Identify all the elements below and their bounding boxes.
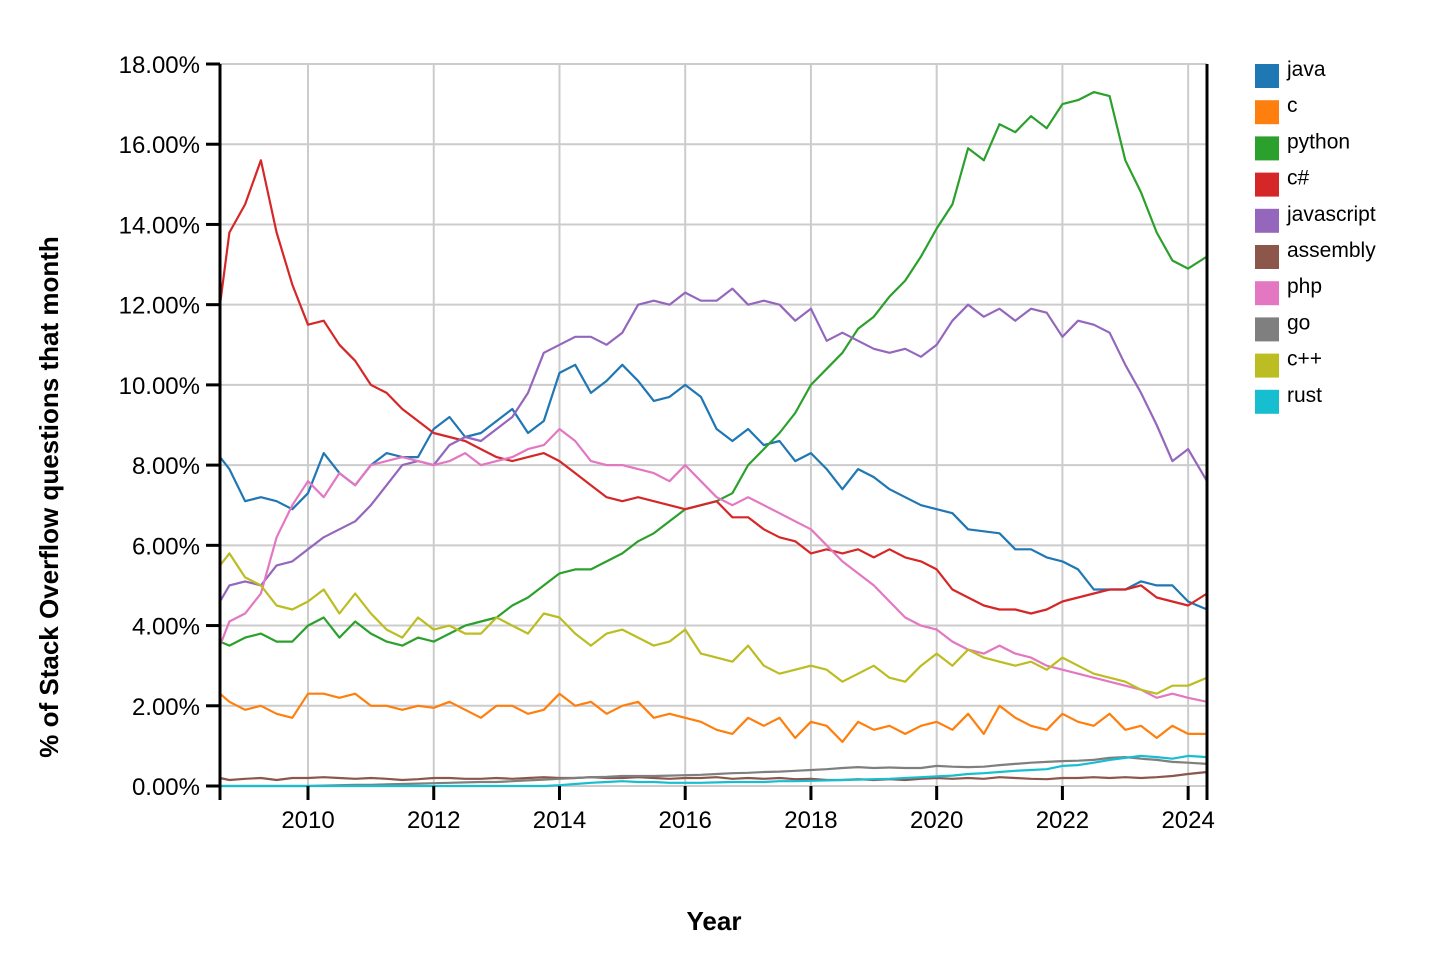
x-tick-label: 2012 (407, 807, 460, 834)
legend-swatch (1255, 317, 1279, 342)
y-tick-label: 8.00% (132, 453, 200, 480)
x-tick-label: 2022 (1036, 807, 1089, 834)
legend-item: rust (1255, 384, 1322, 414)
series-line-java (219, 363, 1208, 611)
legend-swatch (1255, 172, 1279, 197)
legend-label: assembly (1287, 239, 1376, 262)
legend-item: c (1255, 94, 1298, 125)
legend-label: php (1287, 275, 1322, 298)
legend-item: php (1255, 275, 1322, 306)
legend-item: assembly (1255, 239, 1376, 269)
legend-label: c# (1287, 167, 1310, 190)
legend-label: c++ (1287, 348, 1322, 371)
legend-item: go (1255, 311, 1310, 342)
legend-label: python (1287, 130, 1350, 153)
y-tick-label: 6.00% (132, 533, 200, 560)
y-tick-label: 0.00% (132, 774, 200, 801)
legend-label: rust (1287, 384, 1322, 407)
series-lines (218, 90, 1208, 788)
legend-swatch (1255, 281, 1279, 306)
x-tick-label: 2010 (281, 807, 334, 834)
y-tick-label: 18.00% (119, 52, 200, 79)
x-axis-ticks: 2010 2012 2014 2016 2018 2020 2022 2024 (218, 786, 1215, 834)
series-line-python (219, 90, 1208, 647)
series-line-cpp (219, 552, 1208, 695)
legend-swatch (1255, 353, 1279, 378)
legend-swatch (1255, 208, 1279, 233)
legend-item: c++ (1255, 348, 1322, 378)
series-line-c (219, 692, 1207, 744)
y-tick-label: 16.00% (119, 132, 200, 159)
line-chart: 0.00% 2.00% 4.00% 6.00% 8.00% 10.00% 12.00% 14.… (34, 52, 1376, 936)
y-tick-label: 2.00% (132, 694, 200, 721)
x-axis-title: Year (687, 906, 742, 936)
legend-swatch (1255, 389, 1279, 414)
series-line-javascript (219, 287, 1208, 603)
legend: java c python c# javascript assembly php go c++ r… (1255, 58, 1376, 414)
legend-item: python (1255, 130, 1350, 161)
legend-item: javascript (1255, 203, 1376, 233)
y-tick-label: 14.00% (119, 212, 200, 239)
legend-label: javascript (1286, 203, 1376, 226)
y-axis-ticks: 0.00% 2.00% 4.00% 6.00% 8.00% 10.00% 12.00% 14.… (119, 52, 220, 801)
x-tick-label: 2016 (659, 807, 712, 834)
x-tick-label: 2020 (910, 807, 963, 834)
legend-swatch (1255, 245, 1279, 269)
y-tick-label: 4.00% (132, 614, 200, 641)
y-tick-label: 12.00% (119, 293, 200, 320)
legend-item: java (1255, 58, 1326, 88)
x-tick-label: 2014 (533, 807, 586, 834)
x-tick-label: 2024 (1161, 807, 1214, 834)
legend-label: c (1287, 94, 1298, 117)
legend-swatch (1255, 136, 1279, 161)
legend-swatch (1255, 100, 1279, 125)
y-tick-label: 10.00% (119, 373, 200, 400)
legend-label: go (1287, 311, 1310, 334)
legend-item: c# (1255, 167, 1310, 197)
legend-label: java (1286, 58, 1326, 81)
y-axis-title: % of Stack Overflow questions that month (34, 236, 64, 758)
x-tick-label: 2018 (784, 807, 837, 834)
legend-swatch (1255, 64, 1279, 88)
